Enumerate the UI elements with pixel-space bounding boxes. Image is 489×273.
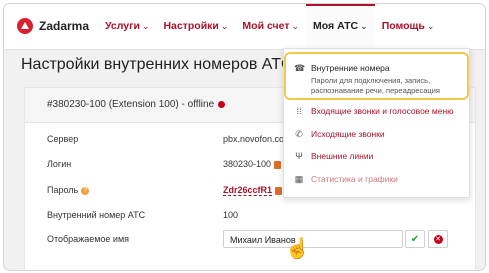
- nav-label: Помощь: [381, 20, 425, 32]
- nav-item-my-pbx[interactable]: Моя АТС ⌄: [306, 4, 375, 51]
- dropdown-item-extensions[interactable]: ☎ Внутренние номера Пароли для подключени…: [294, 63, 451, 96]
- copy-icon[interactable]: [275, 186, 283, 195]
- help-icon[interactable]: ?: [81, 186, 90, 195]
- trident-icon: Ψ: [295, 151, 303, 161]
- dropdown-item-outgoing[interactable]: ✆ Исходящие звонки: [294, 129, 385, 139]
- phone-icon: ☎: [294, 63, 306, 73]
- logo[interactable]: Zadarma: [17, 18, 89, 34]
- dropdown-item-label: Внутренние номера: [311, 63, 390, 73]
- dropdown-item-incoming[interactable]: ⁞⁞ Входящие звонки и голосовое меню: [294, 106, 454, 116]
- dropdown-item-external-lines[interactable]: Ψ Внешние линии: [294, 151, 373, 161]
- brand-name: Zadarma: [39, 19, 90, 33]
- chevron-down-icon: ⌄: [291, 21, 300, 31]
- dropdown-item-label: Внешние линии: [311, 151, 374, 161]
- display-name-label: Отображаемое имя: [47, 234, 130, 244]
- top-nav: Zadarma Услуги ⌄ Настройки ⌄ Мой счет ⌄ Моя…: [4, 4, 485, 51]
- my-pbx-dropdown: ☎ Внутренние номера Пароли для подключени…: [283, 48, 470, 198]
- extension-header-text: #380230-100 (Extension 100) - offline: [47, 99, 215, 110]
- chevron-down-icon: ⌄: [360, 21, 368, 31]
- save-button[interactable]: ✔: [405, 230, 425, 248]
- password-label-wrap: Пароль?: [47, 185, 90, 195]
- pbx-number-label: Внутренний номер АТС: [47, 210, 146, 220]
- password-label: Пароль: [47, 185, 79, 195]
- nav-item-account[interactable]: Мой счет ⌄: [235, 4, 306, 49]
- calendar-icon: ▦: [294, 174, 304, 184]
- check-icon: ✔: [410, 234, 420, 245]
- chevron-down-icon: ⌄: [141, 21, 150, 31]
- chevron-down-icon: ⌄: [220, 21, 229, 31]
- offline-status-dot: [218, 100, 226, 108]
- dropdown-item-label: Статистика и графики: [311, 174, 398, 184]
- nav-item-help[interactable]: Помощь ⌄: [375, 4, 442, 49]
- dropdown-item-label: Исходящие звонки: [311, 129, 385, 139]
- copy-icon[interactable]: [274, 160, 282, 169]
- close-icon: ✕: [433, 235, 443, 245]
- grid-icon: ⁞⁞: [296, 106, 302, 116]
- nav-label: Настройки: [163, 20, 219, 32]
- nav-label: Мой счет: [242, 20, 290, 32]
- dropdown-item-statistics[interactable]: ▦ Статистика и графики: [294, 174, 398, 184]
- dropdown-item-label: Входящие звонки и голосовое меню: [311, 106, 454, 116]
- chevron-down-icon: ⌄: [426, 21, 435, 31]
- page-title: Настройки внутренних номеров АТС: [21, 56, 293, 73]
- dropdown-item-desc: Пароли для подключения, запись, распозна…: [311, 76, 440, 95]
- login-label: Логин: [47, 159, 72, 169]
- browser-frame: Zadarma Услуги ⌄ Настройки ⌄ Мой счет ⌄ Моя…: [3, 3, 486, 271]
- login-value-wrap: 380230-100: [223, 159, 282, 169]
- phone-out-icon: ✆: [295, 129, 303, 139]
- dropdown-item-body: Внутренние номера Пароли для подключения,…: [311, 63, 451, 96]
- password-value-wrap: Zdr26ccfR1: [223, 185, 283, 196]
- password-value[interactable]: Zdr26ccfR1: [223, 185, 273, 196]
- zadarma-logo-icon: [17, 18, 33, 34]
- nav-label: Моя АТС: [313, 20, 359, 32]
- main-menu: Услуги ⌄ Настройки ⌄ Мой счет ⌄ Моя АТС ⌄ По…: [98, 4, 442, 51]
- server-label: Сервер: [47, 134, 79, 144]
- nav-label: Услуги: [105, 20, 140, 32]
- login-value: 380230-100: [223, 159, 272, 169]
- nav-item-services[interactable]: Услуги ⌄: [98, 4, 156, 49]
- cancel-button[interactable]: ✕: [428, 230, 448, 248]
- hand-cursor-icon: ☝: [285, 238, 310, 260]
- nav-item-settings[interactable]: Настройки ⌄: [156, 4, 235, 49]
- server-value: pbx.novofon.com: [223, 134, 292, 144]
- display-name-input[interactable]: Михаил Иванов: [223, 230, 403, 248]
- pbx-number-value: 100: [223, 210, 239, 220]
